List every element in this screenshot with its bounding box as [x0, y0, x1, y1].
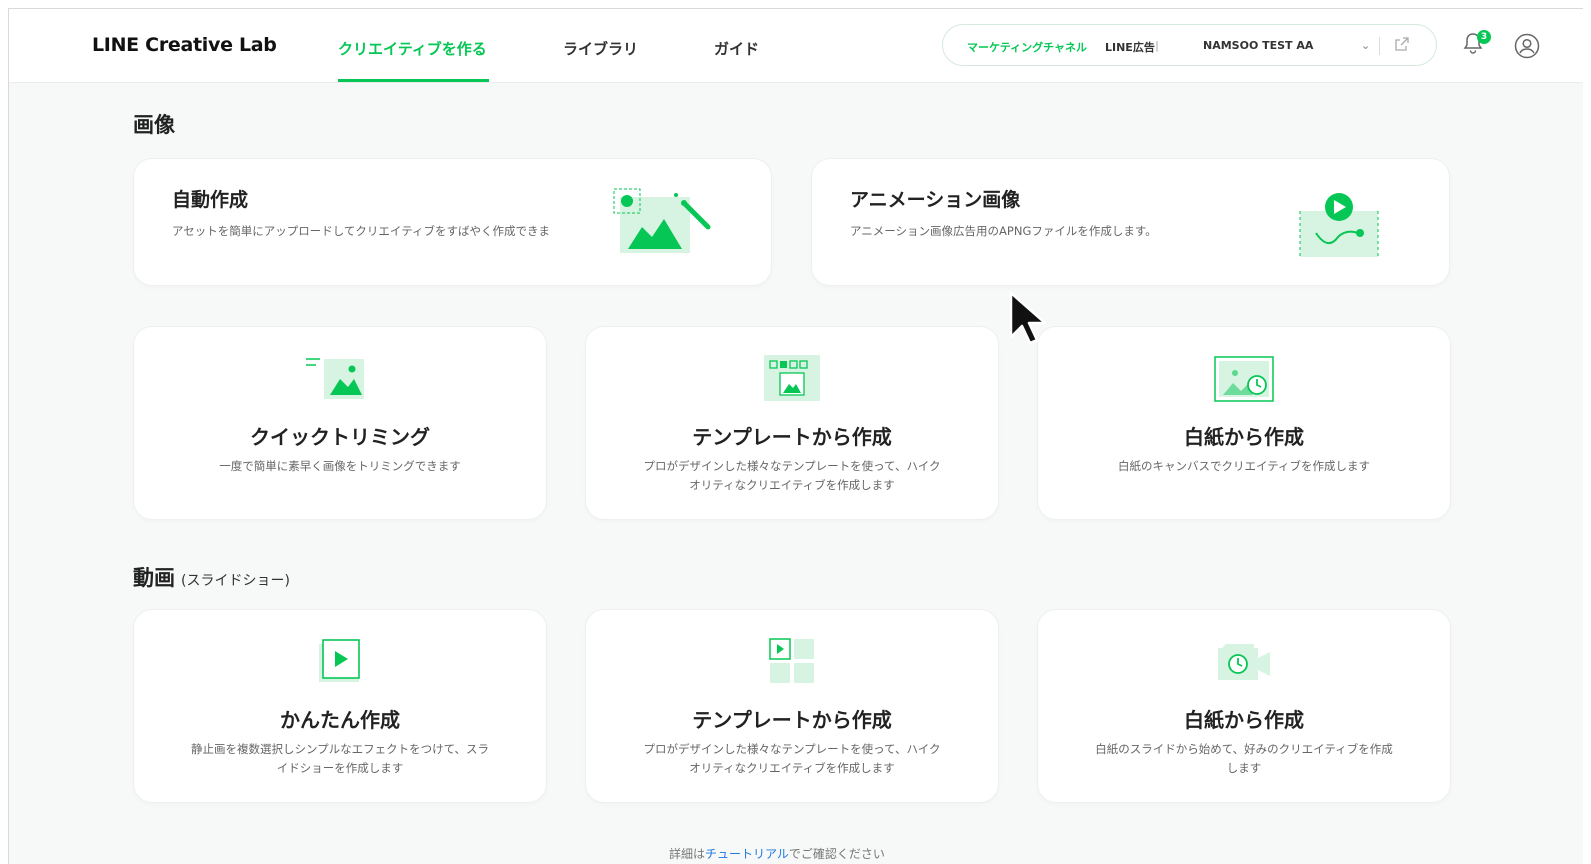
tutorial-note: 詳細はチュートリアルでご確認ください	[669, 845, 885, 862]
app-frame: LINE Creative Lab クリエイティブを作る ライブラリ ガイド マ…	[8, 8, 1583, 864]
tab-create-creative[interactable]: クリエイティブを作る	[338, 38, 487, 59]
card-desc: 静止画を複数選択しシンプルなエフェクトをつけて、スライドショーを作成します	[190, 742, 490, 775]
logo[interactable]: LINE Creative Lab	[92, 34, 277, 56]
card-title: テンプレートから作成	[692, 425, 892, 449]
card-template-image[interactable]: テンプレートから作成 プロがデザインした様々なテンプレートを使って、ハイクオリテ…	[586, 327, 998, 519]
quick-trim-icon	[306, 358, 364, 399]
tutorial-note-prefix: 詳細は	[669, 847, 706, 861]
card-title: かんたん作成	[280, 708, 400, 732]
tab-guide[interactable]: ガイド	[714, 38, 759, 59]
card-desc: アニメーション画像広告用のAPNGファイルを作成します。	[850, 224, 1157, 238]
card-desc: プロがデザインした様々なテンプレートを使って、ハイクオリティなクリエイティブを作…	[643, 459, 941, 492]
blank-slide-icon	[1218, 644, 1270, 680]
template-video-icon	[769, 638, 814, 683]
channel-divider	[1379, 37, 1380, 55]
mouse-cursor-icon	[1009, 291, 1047, 345]
tab-library[interactable]: ライブラリ	[563, 38, 638, 59]
card-title: 白紙から作成	[1184, 425, 1304, 449]
channel-type: LINE広告	[1105, 41, 1155, 54]
user-circle-icon[interactable]	[1514, 33, 1540, 59]
card-title: 白紙から作成	[1184, 708, 1304, 732]
card-blank-image[interactable]: 白紙から作成 白紙のキャンバスでクリエイティブを作成します	[1038, 327, 1450, 519]
card-desc: 一度で簡単に素早く画像をトリミングできます	[219, 459, 461, 473]
card-desc: プロがデザインした様々なテンプレートを使って、ハイクオリティなクリエイティブを作…	[643, 742, 941, 775]
section-title-video: 動画 (スライドショー)	[133, 562, 290, 592]
active-tab-underline	[338, 79, 489, 82]
card-title: アニメーション画像	[850, 189, 1021, 211]
card-title: クイックトリミング	[250, 425, 430, 449]
template-image-icon	[764, 355, 820, 401]
tutorial-note-suffix: でご確認ください	[788, 847, 885, 861]
tutorial-link[interactable]: チュートリアル	[705, 847, 789, 861]
auto-create-illustration	[613, 188, 711, 253]
channel-label: マーケティングチャネル	[967, 41, 1088, 54]
external-link-icon[interactable]	[1394, 36, 1410, 52]
channel-account: NAMSOO TEST AA	[1203, 39, 1314, 52]
chevron-down-icon[interactable]: ⌄	[1361, 39, 1370, 52]
card-easy-slideshow[interactable]: かんたん作成 静止画を複数選択しシンプルなエフェクトをつけて、スライドショーを作…	[134, 610, 546, 802]
card-title: 自動作成	[172, 189, 249, 211]
section-title-video-main: 動画	[133, 566, 175, 590]
channel-selector[interactable]: マーケティングチャネル LINE広告 | NAMSOO TEST AA ⌄	[942, 24, 1437, 66]
easy-slideshow-icon	[319, 639, 360, 682]
card-desc: 白紙のスライドから始めて、好みのクリエイティブを作成します	[1095, 742, 1393, 775]
card-title: テンプレートから作成	[692, 708, 892, 732]
animation-image-illustration	[1299, 193, 1379, 257]
notification-badge: 3	[1477, 30, 1491, 44]
blank-canvas-icon	[1214, 356, 1274, 402]
card-blank-video[interactable]: 白紙から作成 白紙のスライドから始めて、好みのクリエイティブを作成します	[1038, 610, 1450, 802]
channel-separator: |	[1155, 39, 1160, 52]
card-auto-create[interactable]: 自動作成 アセットを簡単にアップロードしてクリエイティブをすばやく作成できま	[134, 159, 771, 285]
card-desc: アセットを簡単にアップロードしてクリエイティブをすばやく作成できま	[172, 224, 551, 238]
top-header: LINE Creative Lab クリエイティブを作る ライブラリ ガイド マ…	[9, 9, 1583, 83]
card-animation-image[interactable]: アニメーション画像 アニメーション画像広告用のAPNGファイルを作成します。	[812, 159, 1449, 285]
section-title-video-sub: (スライドショー)	[181, 573, 290, 589]
card-quick-trimming[interactable]: クイックトリミング 一度で簡単に素早く画像をトリミングできます	[134, 327, 546, 519]
card-template-video[interactable]: テンプレートから作成 プロがデザインした様々なテンプレートを使って、ハイクオリテ…	[586, 610, 998, 802]
card-desc: 白紙のキャンバスでクリエイティブを作成します	[1117, 459, 1371, 473]
section-title-image: 画像	[133, 113, 175, 137]
